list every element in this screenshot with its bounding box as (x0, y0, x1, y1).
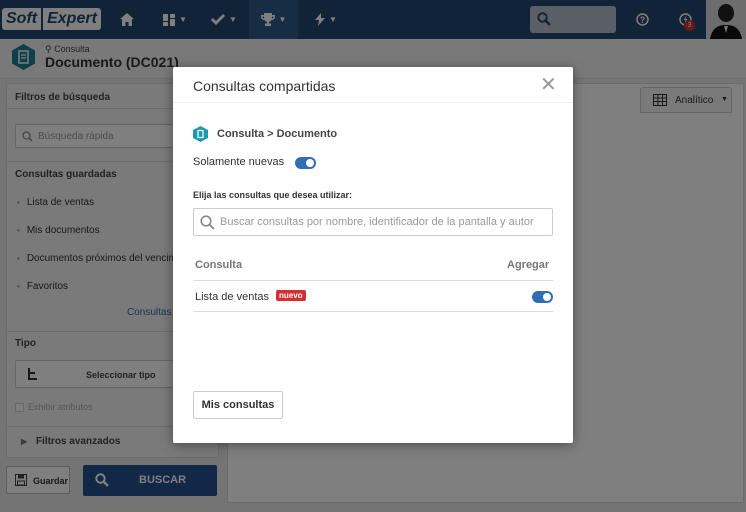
column-header-add: Agregar (507, 259, 550, 271)
divider (193, 311, 553, 312)
query-path: Consulta > Documento (193, 126, 337, 142)
query-name: Lista de ventas (195, 291, 269, 303)
dialog-header: Consultas compartidas ✕ (173, 67, 573, 103)
only-new-label: Solamente nuevas (193, 156, 285, 168)
query-path-label: Consulta > Documento (217, 128, 338, 140)
choose-queries-label: Elija las consultas que desea utilizar: (193, 190, 353, 200)
dialog-title: Consultas compartidas (193, 78, 336, 94)
close-icon[interactable]: ✕ (540, 75, 557, 95)
shared-queries-dialog: Consultas compartidas ✕ Consulta > Docum… (173, 67, 573, 443)
queries-search-field[interactable] (193, 208, 553, 236)
document-hex-icon (193, 126, 208, 142)
search-icon (200, 215, 215, 230)
only-new-toggle[interactable] (295, 157, 316, 169)
divider (193, 280, 553, 281)
add-query-toggle[interactable] (532, 291, 553, 303)
queries-search-input[interactable] (220, 209, 546, 235)
my-queries-button[interactable]: Mis consultas (193, 391, 283, 419)
new-badge: nuevo (276, 290, 306, 301)
column-header-query: Consulta (195, 259, 243, 271)
